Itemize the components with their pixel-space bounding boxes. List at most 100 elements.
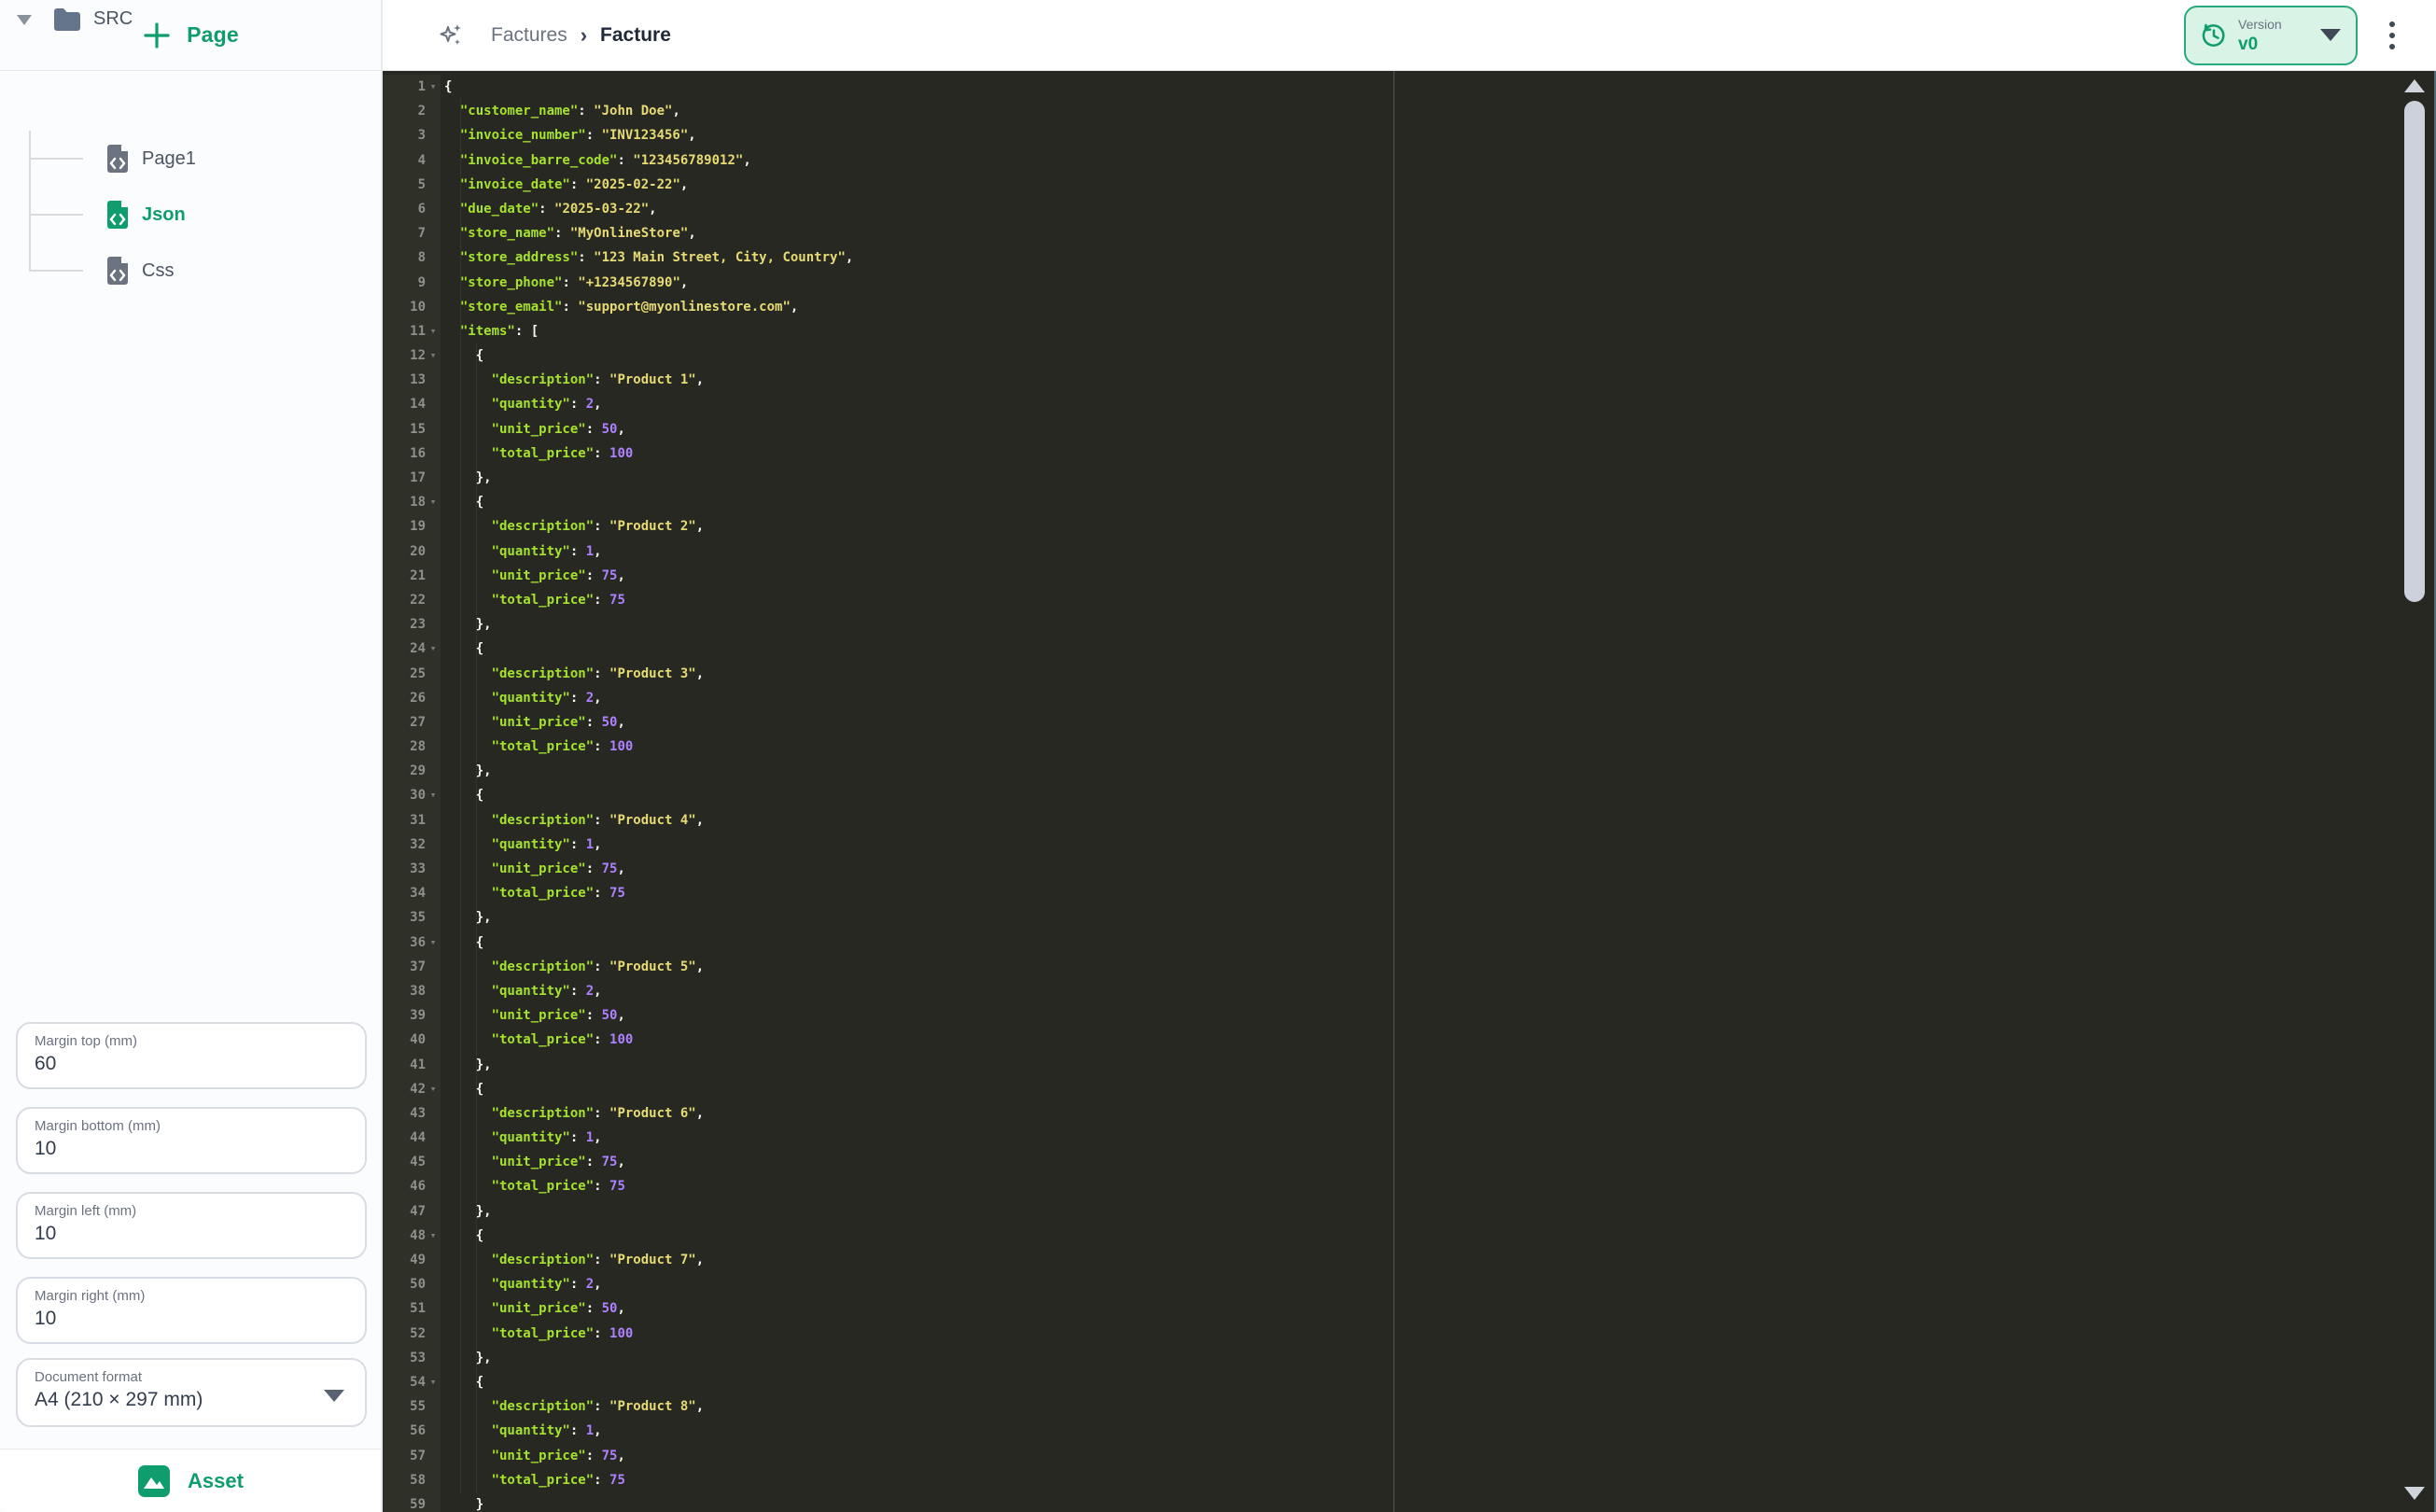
code-line[interactable]: 1 ▾{ bbox=[383, 75, 2436, 100]
code-line[interactable]: 21 "unit_price": 75, bbox=[383, 563, 2436, 588]
line-number: 21 bbox=[383, 563, 441, 588]
code-line[interactable]: 34 "total_price": 75 bbox=[383, 881, 2436, 906]
code-line[interactable]: 27 "unit_price": 50, bbox=[383, 709, 2436, 735]
code-line[interactable]: 52 "total_price": 100 bbox=[383, 1321, 2436, 1346]
code-line[interactable]: 50 "quantity": 2, bbox=[383, 1272, 2436, 1297]
code-line[interactable]: 41 }, bbox=[383, 1052, 2436, 1077]
code-line[interactable]: 55 "description": "Product 8", bbox=[383, 1394, 2436, 1420]
code-line[interactable]: 19 "description": "Product 2", bbox=[383, 514, 2436, 539]
code-line[interactable]: 6 "due_date": "2025-03-22", bbox=[383, 196, 2436, 222]
document-format-select[interactable]: Document format A4 (210 × 297 mm) bbox=[16, 1358, 367, 1427]
code-line[interactable]: 12 ▾ { bbox=[383, 343, 2436, 369]
code-line[interactable]: 33 "unit_price": 75, bbox=[383, 857, 2436, 882]
code-line[interactable]: 3 "invoice_number": "INV123456", bbox=[383, 123, 2436, 148]
asset-button[interactable]: Asset bbox=[0, 1449, 381, 1512]
kebab-menu-icon[interactable] bbox=[2387, 17, 2397, 54]
code-line[interactable]: 30 ▾ { bbox=[383, 783, 2436, 808]
fold-toggle-icon[interactable]: ▾ bbox=[426, 1224, 441, 1248]
field-label: Margin top (mm) bbox=[35, 1033, 138, 1049]
sidebar-item-json[interactable]: Json bbox=[0, 196, 381, 233]
margin-top-field[interactable]: Margin top (mm) 60 bbox=[16, 1022, 367, 1089]
sparkles-icon[interactable] bbox=[437, 21, 465, 49]
margin-left-field[interactable]: Margin left (mm) 10 bbox=[16, 1192, 367, 1259]
code-line[interactable]: 24 ▾ { bbox=[383, 637, 2436, 662]
code-line[interactable]: 2 "customer_name": "John Doe", bbox=[383, 99, 2436, 124]
version-dropdown[interactable]: Version v0 bbox=[2184, 5, 2358, 65]
code-line[interactable]: 42 ▾ { bbox=[383, 1076, 2436, 1101]
code-line[interactable]: 46 "total_price": 75 bbox=[383, 1174, 2436, 1199]
code-editor[interactable]: 1 ▾{2 "customer_name": "John Doe", 3 "invo… bbox=[383, 71, 2436, 1512]
line-number: 1 ▾ bbox=[383, 75, 441, 100]
code-line[interactable]: 29 }, bbox=[383, 759, 2436, 784]
code-line[interactable]: 44 "quantity": 1, bbox=[383, 1126, 2436, 1151]
chevron-down-icon[interactable] bbox=[17, 15, 32, 25]
code-line[interactable]: 14 "quantity": 2, bbox=[383, 392, 2436, 417]
code-line[interactable]: 16 "total_price": 100 bbox=[383, 441, 2436, 466]
code-line[interactable]: 4 "invoice_barre_code": "123456789012", bbox=[383, 147, 2436, 173]
scrollbar-down-arrow[interactable] bbox=[2404, 1487, 2425, 1500]
sidebar-item-css[interactable]: Css bbox=[0, 252, 381, 289]
fold-toggle-icon[interactable]: ▾ bbox=[426, 1370, 441, 1394]
code-line[interactable]: 20 "quantity": 1, bbox=[383, 539, 2436, 564]
code-line[interactable]: 25 "description": "Product 3", bbox=[383, 661, 2436, 686]
code-line[interactable]: 31 "description": "Product 4", bbox=[383, 807, 2436, 833]
margin-right-field[interactable]: Margin right (mm) 10 bbox=[16, 1277, 367, 1344]
sidebar-item-page1[interactable]: Page1 bbox=[0, 140, 381, 177]
code-line[interactable]: 38 "quantity": 2, bbox=[383, 978, 2436, 1004]
code-line[interactable]: 39 "unit_price": 50, bbox=[383, 1003, 2436, 1029]
fold-toggle-icon[interactable]: ▾ bbox=[426, 490, 441, 514]
line-number: 39 bbox=[383, 1003, 441, 1029]
code-line[interactable]: 47 }, bbox=[383, 1198, 2436, 1224]
code-line[interactable]: 8 "store_address": "123 Main Street, Cit… bbox=[383, 245, 2436, 271]
code-line[interactable]: 54 ▾ { bbox=[383, 1369, 2436, 1395]
code-line[interactable]: 43 "description": "Product 6", bbox=[383, 1100, 2436, 1127]
code-line[interactable]: 11 ▾ "items": [ bbox=[383, 318, 2436, 344]
breadcrumb-parent[interactable]: Factures bbox=[491, 24, 567, 47]
code-line[interactable]: 7 "store_name": "MyOnlineStore", bbox=[383, 221, 2436, 246]
code-line[interactable]: 5 "invoice_date": "2025-02-22", bbox=[383, 172, 2436, 197]
fold-toggle-icon[interactable]: ▾ bbox=[426, 783, 441, 807]
tree-item-src[interactable]: SRC bbox=[93, 7, 133, 31]
line-number: 54 ▾ bbox=[383, 1369, 441, 1395]
code-line[interactable]: 9 "store_phone": "+1234567890", bbox=[383, 270, 2436, 295]
code-text: "store_email": "support@myonlinestore.co… bbox=[459, 299, 799, 315]
code-line[interactable]: 26 "quantity": 2, bbox=[383, 685, 2436, 710]
code-line[interactable]: 56 "quantity": 1, bbox=[383, 1419, 2436, 1444]
code-line[interactable]: 23 }, bbox=[383, 612, 2436, 637]
fold-toggle-icon[interactable]: ▾ bbox=[426, 319, 441, 343]
line-number: 5 bbox=[383, 172, 441, 197]
code-line[interactable]: 13 "description": "Product 1", bbox=[383, 368, 2436, 393]
code-line[interactable]: 32 "quantity": 1, bbox=[383, 832, 2436, 857]
code-line[interactable]: 22 "total_price": 75 bbox=[383, 587, 2436, 613]
code-line[interactable]: 49 "description": "Product 7", bbox=[383, 1248, 2436, 1273]
code-line[interactable]: 17 }, bbox=[383, 466, 2436, 491]
code-line[interactable]: 18 ▾ { bbox=[383, 490, 2436, 515]
code-line[interactable]: 48 ▾ { bbox=[383, 1223, 2436, 1248]
code-line[interactable]: 40 "total_price": 100 bbox=[383, 1028, 2436, 1053]
code-line[interactable]: 45 "unit_price": 75, bbox=[383, 1150, 2436, 1175]
margin-bottom-field[interactable]: Margin bottom (mm) 10 bbox=[16, 1107, 367, 1174]
fold-toggle-icon[interactable]: ▾ bbox=[426, 637, 441, 661]
code-line[interactable]: 15 "unit_price": 50, bbox=[383, 416, 2436, 441]
scrollbar-thumb[interactable] bbox=[2404, 101, 2425, 602]
code-text: "total_price": 75 bbox=[491, 886, 625, 902]
code-line[interactable]: 59 } bbox=[383, 1491, 2436, 1512]
code-line[interactable]: 10 "store_email": "support@myonlinestore… bbox=[383, 294, 2436, 319]
fold-toggle-icon[interactable]: ▾ bbox=[426, 343, 441, 368]
field-label: Margin right (mm) bbox=[35, 1288, 146, 1304]
code-line[interactable]: 51 "unit_price": 50, bbox=[383, 1296, 2436, 1322]
fold-toggle-icon[interactable]: ▾ bbox=[426, 75, 441, 99]
code-line[interactable]: 53 }, bbox=[383, 1345, 2436, 1370]
code-line[interactable]: 58 "total_price": 75 bbox=[383, 1467, 2436, 1492]
code-text: "quantity": 2, bbox=[491, 1277, 602, 1293]
field-value: 10 bbox=[35, 1308, 57, 1329]
code-text: "unit_price": 75, bbox=[491, 1448, 625, 1463]
scrollbar-up-arrow[interactable] bbox=[2404, 79, 2425, 92]
code-line[interactable]: 35 }, bbox=[383, 905, 2436, 931]
code-line[interactable]: 36 ▾ { bbox=[383, 930, 2436, 955]
fold-toggle-icon[interactable]: ▾ bbox=[426, 1077, 441, 1101]
code-line[interactable]: 37 "description": "Product 5", bbox=[383, 954, 2436, 979]
fold-toggle-icon[interactable]: ▾ bbox=[426, 931, 441, 955]
code-line[interactable]: 57 "unit_price": 75, bbox=[383, 1443, 2436, 1468]
code-line[interactable]: 28 "total_price": 100 bbox=[383, 735, 2436, 760]
